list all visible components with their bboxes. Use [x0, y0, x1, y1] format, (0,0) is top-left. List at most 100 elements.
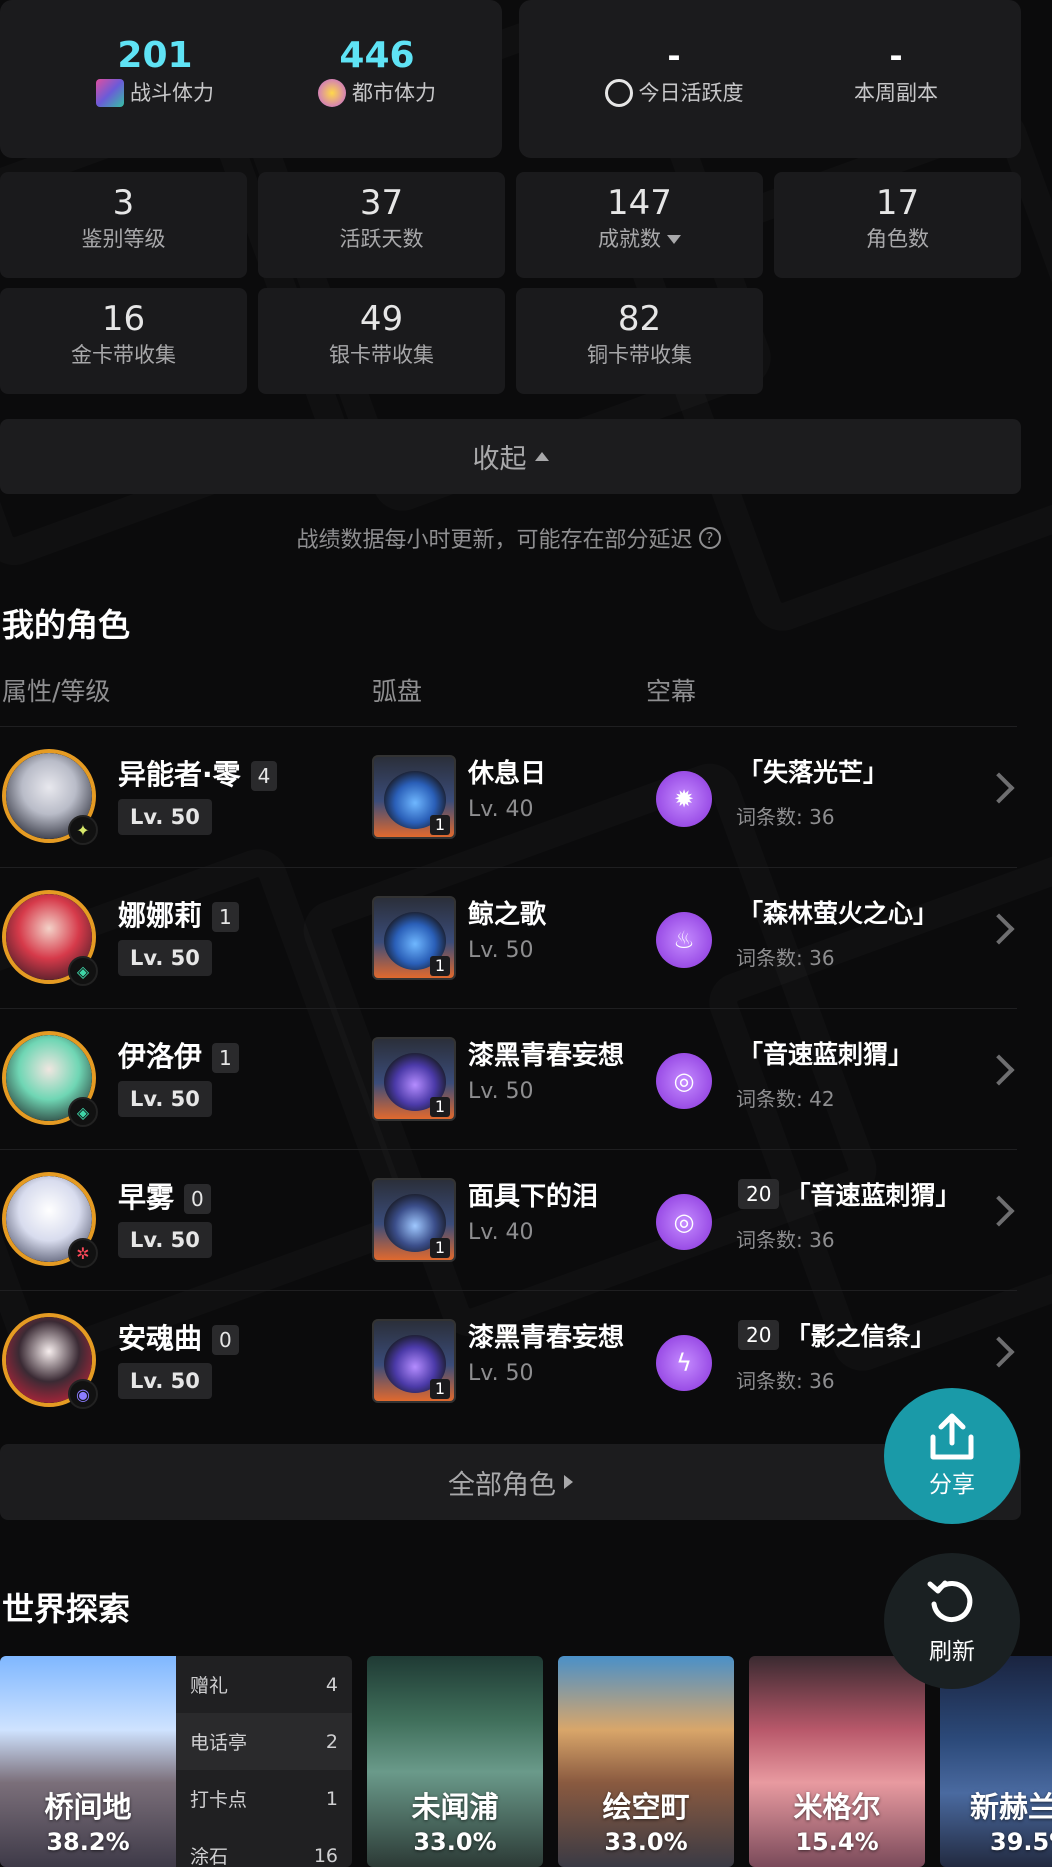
- rank-tag: 1: [212, 1043, 239, 1073]
- disc-thumbnail: 1: [372, 1319, 456, 1403]
- disc-level: Lv. 50: [468, 1079, 534, 1104]
- stat-bronze-tapes: 82 铜卡带收集: [516, 288, 763, 394]
- all-characters-button[interactable]: 全部角色: [0, 1444, 1021, 1520]
- stat-achievements[interactable]: 147 成就数: [516, 172, 763, 278]
- share-label: 分享: [929, 1472, 975, 1498]
- chevron-right-icon: [983, 1336, 1015, 1368]
- collapse-button[interactable]: 收起: [0, 419, 1021, 494]
- stat-character-count: 17 角色数: [774, 172, 1021, 278]
- character-name: 早雾: [118, 1181, 175, 1214]
- skill-level-tag: 20: [738, 1179, 780, 1209]
- share-icon: [930, 1413, 974, 1460]
- collapse-label: 收起: [472, 444, 527, 475]
- caret-right-icon: [564, 1475, 573, 1489]
- character-level: Lv. 50: [118, 1222, 212, 1258]
- skill-entry-count: 词条数: 36: [736, 1228, 835, 1252]
- skill-name: 「森林萤火之心」: [738, 899, 939, 928]
- stat-value: 17: [875, 183, 920, 223]
- stat-label: 铜卡带收集: [587, 343, 692, 367]
- refresh-button[interactable]: 刷新: [884, 1553, 1020, 1689]
- stat-identification-level: 3 鉴别等级: [0, 172, 247, 278]
- world-exploration-title: 世界探索: [2, 1590, 131, 1628]
- region-percent: 33.0%: [604, 1828, 688, 1856]
- skill-name: 「音速蓝刺猬」: [738, 1040, 914, 1069]
- region-card[interactable]: 绘空町 33.0%: [558, 1656, 734, 1867]
- share-button[interactable]: 分享: [884, 1388, 1020, 1524]
- rank-tag: 4: [250, 761, 278, 791]
- skill-entry-count: 词条数: 42: [736, 1087, 835, 1111]
- character-level: Lv. 50: [118, 799, 212, 835]
- region-name: 未闻浦: [411, 1790, 499, 1824]
- region-card[interactable]: 米格尔 15.4%: [749, 1656, 925, 1867]
- detail-row: 涂石 16: [176, 1827, 352, 1867]
- all-characters-label: 全部角色: [448, 1469, 556, 1501]
- battle-stamina-label: 战斗体力: [130, 81, 214, 105]
- region-percent: 38.2%: [46, 1828, 130, 1856]
- rank-tag: 0: [184, 1184, 211, 1214]
- disc-thumbnail: 1: [372, 1037, 456, 1121]
- stat-gold-tapes: 16 金卡带收集: [0, 288, 247, 394]
- character-row[interactable]: ◈ 娜娜莉 1 Lv. 50 1 鲸之歌 Lv. 50 ♨ 「森林萤火之心」 词条…: [0, 867, 1017, 1007]
- weekly-dungeon-value: -: [889, 37, 903, 75]
- character-level: Lv. 50: [118, 940, 212, 976]
- battle-stamina-icon: [96, 79, 124, 107]
- skill-entry-count: 词条数: 36: [736, 805, 835, 829]
- daily-activity-label: 今日活跃度: [638, 81, 744, 105]
- city-stamina-icon: [318, 79, 346, 107]
- stat-label: 活跃天数: [339, 227, 424, 251]
- region-card[interactable]: 未闻浦 33.0%: [367, 1656, 543, 1867]
- disc-level: Lv. 40: [468, 1220, 534, 1245]
- ice-attribute-icon: ✲: [68, 1238, 98, 1268]
- city-stamina-value: 446: [339, 35, 415, 76]
- disc-name: 面具下的泪: [468, 1182, 599, 1212]
- stat-label: 银卡带收集: [329, 343, 434, 367]
- skill-ring-icon: ◎: [656, 1194, 712, 1250]
- fire-attribute-icon: ◈: [68, 956, 98, 986]
- activity-icon: [604, 79, 633, 107]
- skill-bolt-icon: ϟ: [656, 1335, 712, 1391]
- disc-name: 漆黑青春妄想: [468, 1041, 625, 1071]
- city-stamina: 446 都市体力: [282, 34, 472, 108]
- my-characters-title: 我的角色: [2, 606, 131, 644]
- detail-label: 打卡点: [190, 1789, 248, 1811]
- detail-value: 4: [325, 1673, 338, 1696]
- refresh-label: 刷新: [929, 1639, 975, 1665]
- region-percent: 33.0%: [413, 1828, 497, 1856]
- city-stamina-label: 都市体力: [352, 81, 436, 105]
- detail-label: 涂石: [190, 1846, 229, 1867]
- stat-value: 49: [359, 299, 404, 339]
- skill-entry-count: 词条数: 36: [736, 1369, 835, 1393]
- help-icon[interactable]: ?: [698, 527, 721, 549]
- disc-name: 鲸之歌: [468, 900, 547, 930]
- region-detail-panel: 赠礼 4 电话亭 2 打卡点 1 涂石 16: [176, 1656, 352, 1867]
- character-row[interactable]: ◈ 伊洛伊 1 Lv. 50 1 漆黑青春妄想 Lv. 50 ◎ 「音速蓝刺猬」 …: [0, 1008, 1017, 1148]
- weekly-dungeon: - 本周副本: [801, 34, 991, 108]
- stat-label: 成就数: [598, 227, 661, 251]
- chevron-right-icon: [983, 913, 1015, 945]
- disc-count: 1: [429, 1238, 450, 1258]
- skill-level-tag: 20: [738, 1320, 780, 1350]
- disc-count: 1: [429, 956, 450, 976]
- region-card[interactable]: 桥间地 38.2%: [0, 1656, 176, 1867]
- disc-level: Lv. 50: [468, 1361, 534, 1386]
- battle-stamina-value: 201: [117, 35, 193, 76]
- stat-silver-tapes: 49 银卡带收集: [258, 288, 505, 394]
- stat-value: 37: [359, 183, 404, 223]
- col-header-attr-level: 属性/等级: [2, 677, 111, 706]
- skill-sun-icon: ✹: [656, 771, 712, 827]
- disc-name: 漆黑青春妄想: [468, 1323, 625, 1353]
- stat-value: 147: [607, 183, 672, 223]
- detail-row: 赠礼 4: [176, 1656, 352, 1713]
- weekly-dungeon-label: 本周副本: [854, 81, 938, 105]
- detail-row: 电话亭 2: [176, 1713, 352, 1770]
- character-row[interactable]: ✦ 异能者·零 4 Lv. 50 1 休息日 Lv. 40 ✹ 「失落光芒」 词条…: [0, 726, 1017, 866]
- activity-card: - 今日活跃度 - 本周副本: [519, 0, 1021, 158]
- col-header-skill: 空幕: [646, 677, 697, 706]
- disc-level: Lv. 40: [468, 797, 534, 822]
- region-percent: 15.4%: [795, 1828, 879, 1856]
- daily-activity-value: -: [667, 37, 681, 75]
- character-row[interactable]: ✲ 早雾 0 Lv. 50 1 面具下的泪 Lv. 40 ◎ 20 「音速蓝刺猬」 …: [0, 1149, 1017, 1289]
- disc-name: 休息日: [468, 759, 547, 789]
- skill-entry-count: 词条数: 36: [736, 946, 835, 970]
- character-row[interactable]: ◉ 安魂曲 0 Lv. 50 1 漆黑青春妄想 Lv. 50 ϟ 20 「影之信条」…: [0, 1290, 1017, 1430]
